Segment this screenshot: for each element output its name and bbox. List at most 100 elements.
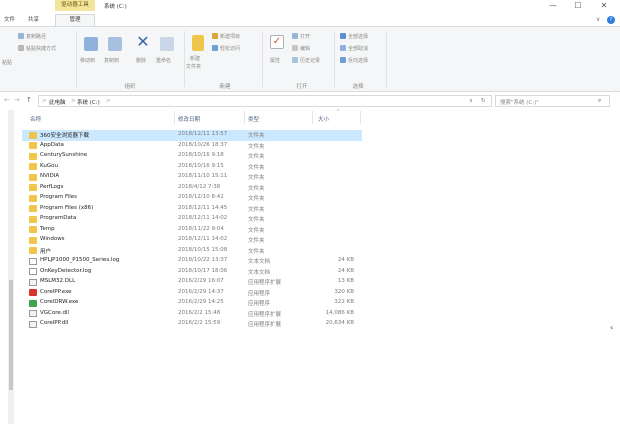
breadcrumb-separator: > <box>106 98 111 104</box>
breadcrumb-drive-c[interactable]: 系统 (C:) <box>77 98 100 106</box>
help-icon[interactable]: ? <box>607 16 615 24</box>
file-date: 2018/10/17 18:06 <box>178 267 228 274</box>
ribbon-collapse-icon[interactable]: ∨ <box>596 16 600 23</box>
column-header-date[interactable]: 修改日期 <box>178 115 200 123</box>
corel-pp-icon <box>29 289 37 296</box>
paste-shortcut-button[interactable]: 粘贴快捷方式 <box>18 45 56 52</box>
column-header-name[interactable]: 名称 <box>30 115 41 123</box>
rename-button[interactable]: 重命名 <box>156 57 171 64</box>
file-rows: 360安全浏览器下载 2018/12/11 13:57 文件夹 AppData 2018… <box>22 130 362 330</box>
history-button[interactable]: 历史记录 <box>292 57 320 64</box>
move-to-button[interactable]: 移动到 <box>80 57 95 64</box>
file-name: ProgramData <box>40 215 77 221</box>
ribbon-tabs: 文件 共享 管理 ∨ ? <box>0 14 620 26</box>
copy-to-icon[interactable] <box>108 37 122 51</box>
file-row[interactable]: 用户 2018/10/15 15:08 文件夹 <box>22 246 362 257</box>
new-folder-button-line2[interactable]: 文件夹 <box>186 63 201 70</box>
file-row[interactable]: AppData 2018/10/26 18:37 文件夹 <box>22 141 362 152</box>
column-divider[interactable] <box>244 111 245 124</box>
file-row[interactable]: Program Files (x86) 2018/12/11 14:45 文件夹 <box>22 204 362 215</box>
file-size: 322 KB <box>334 299 354 305</box>
paste-label[interactable]: 粘贴 <box>2 59 12 66</box>
sort-indicator-icon: ^ <box>336 109 341 115</box>
column-divider[interactable] <box>312 111 313 124</box>
delete-icon[interactable]: ✕ <box>136 34 150 50</box>
file-name: AppData <box>40 141 64 148</box>
column-header-row: ^ 名称 修改日期 类型 大小 <box>22 108 362 126</box>
file-row[interactable]: Temp 2018/11/22 9:04 文件夹 <box>22 225 362 236</box>
properties-icon[interactable]: ✓ <box>270 35 284 49</box>
edit-button[interactable]: 编辑 <box>292 45 310 52</box>
file-row[interactable]: OnKeyDetector.log 2018/10/17 18:06 文本文档 24 … <box>22 267 362 278</box>
properties-button[interactable]: 属性 <box>270 57 280 64</box>
new-folder-icon[interactable] <box>192 35 204 51</box>
folder-icon <box>29 236 37 244</box>
forward-arrow-icon[interactable]: → <box>14 96 20 104</box>
new-item-button[interactable]: 新建项目 <box>212 33 240 40</box>
ribbon-separator <box>334 31 335 87</box>
file-name: HPLJP1000_P1500_Series.log <box>40 257 120 263</box>
file-type: 文本文档 <box>248 259 271 265</box>
column-header-size[interactable]: 大小 <box>318 115 329 123</box>
column-divider[interactable] <box>360 111 361 124</box>
move-to-icon[interactable] <box>84 37 98 51</box>
tab-file[interactable]: 文件 <box>4 15 15 23</box>
file-date: 2018/11/10 15:11 <box>178 173 228 179</box>
group-new-label: 新建 <box>219 84 231 90</box>
rename-icon[interactable] <box>160 37 174 51</box>
easy-access-button[interactable]: 轻松访问 <box>212 45 240 52</box>
tab-manage[interactable]: 管理 <box>55 14 95 26</box>
file-type: 文件夹 <box>248 238 265 244</box>
file-row[interactable]: PerfLogs 2018/4/12 7:38 文件夹 <box>22 183 362 194</box>
details-pane-toggle-icon[interactable]: ‹ <box>610 323 613 332</box>
column-divider[interactable] <box>174 111 175 124</box>
text-file-icon <box>29 257 37 265</box>
copy-to-button[interactable]: 复制到 <box>104 57 119 64</box>
file-date: 2018/4/12 7:38 <box>178 183 221 190</box>
file-name: NVIDIA <box>40 173 60 179</box>
file-row[interactable]: CorelPP.exe 2016/2/29 14:37 应用程序 320 KB <box>22 288 362 299</box>
folder-icon <box>29 184 37 191</box>
up-arrow-icon[interactable]: ↑ <box>26 96 32 104</box>
file-row[interactable]: CenturySunshine 2018/10/16 9:18 文件夹 <box>22 151 362 162</box>
file-row[interactable]: NVIDIA 2018/11/10 15:11 文件夹 <box>22 172 362 183</box>
file-type: 应用程序 <box>248 290 271 297</box>
file-row[interactable]: Windows 2018/12/11 14:02 文件夹 <box>22 235 362 246</box>
ribbon: 复制路径 粘贴快捷方式 粘贴 移动到 复制到 ✕ 删除 重命名 组织 新建 文件… <box>0 26 620 92</box>
open-button[interactable]: 打开 <box>292 33 310 40</box>
close-button[interactable]: ✕ <box>594 0 614 12</box>
delete-button[interactable]: 删除 <box>136 57 146 64</box>
back-arrow-icon[interactable]: ← <box>4 96 10 104</box>
new-item-icon <box>212 33 218 39</box>
file-row[interactable]: Program Files 2018/12/10 8:42 文件夹 <box>22 193 362 204</box>
maximize-button[interactable]: ☐ <box>568 0 588 12</box>
file-row[interactable]: 360安全浏览器下载 2018/12/11 13:57 文件夹 <box>22 130 362 141</box>
search-input[interactable]: 搜索"系统 (C:)" ⌕ <box>495 95 610 107</box>
file-name: KuGou <box>40 162 58 169</box>
path-box[interactable]: > 此电脑 > 系统 (C:) > ∨ ↻ <box>38 95 492 107</box>
navigation-scrollbar-thumb[interactable] <box>9 280 13 390</box>
refresh-icon[interactable]: ↻ <box>481 98 486 104</box>
file-type: 应用程序 <box>248 301 271 307</box>
file-date: 2018/12/11 14:02 <box>178 236 228 242</box>
select-none-button[interactable]: 全部取消 <box>340 45 368 52</box>
tab-share[interactable]: 共享 <box>28 15 39 23</box>
column-header-type[interactable]: 类型 <box>248 115 259 123</box>
file-row[interactable]: MSLM32.DLL 2016/2/29 16:07 应用程序扩展 13 KB <box>22 277 362 288</box>
file-row[interactable]: VGCore.dll 2016/2/2 15:48 应用程序扩展 14,086 KB <box>22 309 362 320</box>
new-folder-button-line1[interactable]: 新建 <box>190 55 200 62</box>
file-row[interactable]: KuGou 2018/10/16 9:15 文件夹 <box>22 162 362 173</box>
file-row[interactable]: ProgramData 2018/12/11 14:02 文件夹 <box>22 214 362 225</box>
search-icon[interactable]: ⌕ <box>598 97 601 105</box>
address-dropdown-icon[interactable]: ∨ <box>469 98 473 104</box>
file-type: 文本文档 <box>248 269 271 276</box>
file-row[interactable]: CorelPP.dll 2016/2/2 15:59 应用程序扩展 20,634 KB <box>22 319 362 330</box>
file-row[interactable]: CorelDRW.exe 2016/2/29 14:25 应用程序 322 KB <box>22 298 362 309</box>
context-tab-drive-tools[interactable]: 驱动器工具 <box>55 0 95 11</box>
copy-path-button[interactable]: 复制路径 <box>18 33 46 40</box>
invert-selection-button[interactable]: 反向选择 <box>340 57 368 64</box>
minimize-button[interactable]: — <box>543 0 563 12</box>
breadcrumb-this-pc[interactable]: 此电脑 <box>49 98 66 106</box>
file-row[interactable]: HPLJP1000_P1500_Series.log 2018/10/22 13:… <box>22 256 362 267</box>
select-all-button[interactable]: 全部选择 <box>340 33 368 40</box>
